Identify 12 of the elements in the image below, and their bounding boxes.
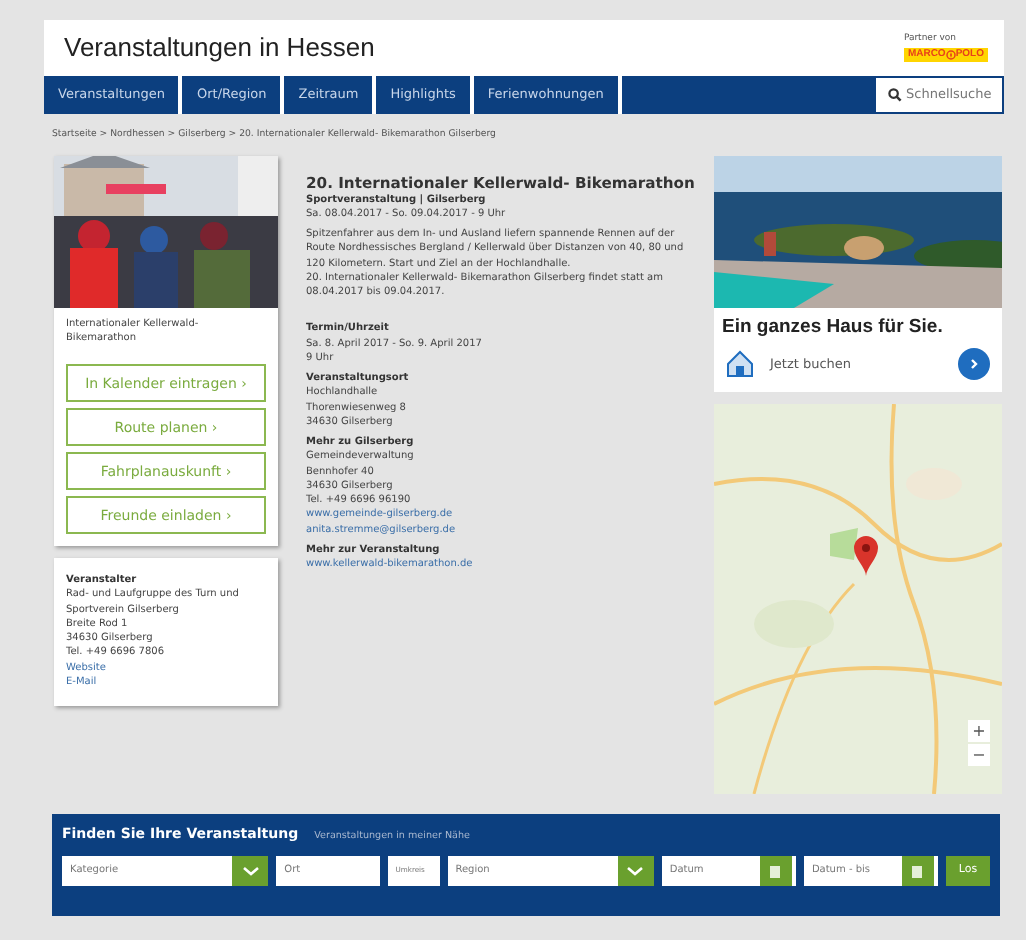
chevron-down-icon [626, 866, 645, 877]
next-button[interactable] [958, 348, 990, 381]
calendar-icon [770, 865, 781, 878]
search-icon[interactable] [888, 88, 902, 102]
chevron-right-icon [968, 358, 980, 371]
house-icon [726, 350, 754, 379]
chevron-down-icon [241, 866, 260, 877]
site-title: Veranstaltungen in Hessen [64, 29, 375, 66]
calendar-icon [912, 865, 923, 878]
zoom-out-button[interactable]: − [968, 744, 990, 767]
zoom-in-button[interactable]: + [968, 720, 990, 743]
ad-headline: Ein ganzes Haus für Sie. [720, 313, 945, 341]
